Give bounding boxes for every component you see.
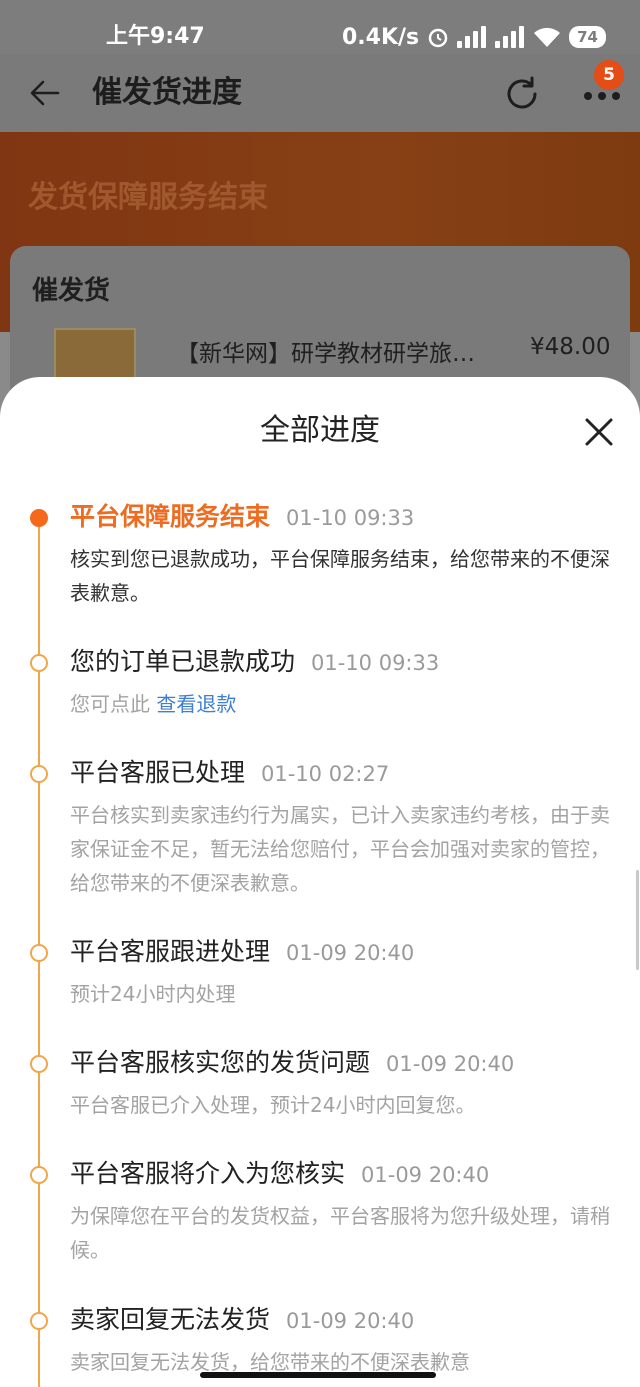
- status-bar: 上午9:47 0.4K/s 74: [0, 0, 640, 54]
- event-title: 您的订单已退款成功: [70, 647, 296, 676]
- event-title: 平台保障服务结束: [70, 502, 271, 531]
- timeline-event: 卖家回复无法发货 01-09 20:40 卖家回复无法发货，给您带来的不便深表歉意: [70, 1302, 610, 1379]
- scrollbar[interactable]: [636, 870, 639, 970]
- timeline-dot: [30, 1312, 48, 1330]
- timeline-event: 平台客服跟进处理 01-09 20:40 预计24小时内处理: [70, 934, 610, 1011]
- event-time: 01-10 09:33: [311, 651, 440, 675]
- home-indicator[interactable]: [200, 1372, 436, 1378]
- event-time: 01-10 02:27: [261, 762, 390, 786]
- event-desc: 核实到您已退款成功，平台保障服务结束，给您带来的不便深表歉意。: [70, 547, 610, 605]
- event-title: 平台客服已处理: [70, 758, 246, 787]
- status-time: 上午9:47: [106, 24, 205, 49]
- view-refund-link[interactable]: 查看退款: [156, 692, 236, 716]
- timeline-dot: [30, 1055, 48, 1073]
- event-time: 01-09 20:40: [286, 941, 415, 965]
- back-arrow-icon[interactable]: [28, 76, 62, 110]
- progress-sheet: 全部进度 平台保障服务结束 01-10 09:33 核实到您已退款成功，平台保障服…: [0, 377, 640, 1387]
- status-right: 0.4K/s 74: [342, 20, 606, 54]
- refresh-icon[interactable]: [502, 74, 542, 114]
- signal-icon: [457, 26, 487, 48]
- battery-level: 74: [569, 26, 606, 48]
- event-desc-text: 您可点此: [70, 692, 157, 716]
- timeline-dot: [30, 1166, 48, 1184]
- event-time: 01-10 09:33: [286, 506, 415, 530]
- event-time: 01-09 20:40: [386, 1052, 515, 1076]
- event-title: 平台客服跟进处理: [70, 937, 271, 966]
- network-speed: 0.4K/s: [341, 24, 420, 50]
- notification-badge: 5: [594, 60, 624, 90]
- timeline-dot: [30, 765, 48, 783]
- progress-timeline: 平台保障服务结束 01-10 09:33 核实到您已退款成功，平台保障服务结束，给…: [0, 377, 640, 1387]
- timeline-event: 您的订单已退款成功 01-10 09:33 您可点此 查看退款: [70, 644, 610, 721]
- event-title: 卖家回复无法发货: [70, 1305, 271, 1334]
- timeline-dot-active: [30, 509, 48, 527]
- card-title: 催发货: [32, 276, 111, 306]
- event-desc: 平台核实到卖家违约行为属实，已计入卖家违约考核，由于卖家保证金不足，暂无法给您赔…: [70, 803, 610, 895]
- event-time: 01-09 20:40: [361, 1163, 490, 1187]
- product-name: 【新华网】研学教材研学旅…: [176, 341, 475, 367]
- event-desc: 您可点此 查看退款: [70, 687, 610, 721]
- timeline-dot: [30, 944, 48, 962]
- event-desc: 为保障您在平台的发货权益，平台客服将为您升级处理，请稍候。: [70, 1204, 610, 1262]
- timeline-event: 平台客服核实您的发货问题 01-09 20:40 平台客服已介入处理，预计24小时…: [70, 1045, 610, 1122]
- event-title: 平台客服将介入为您核实: [70, 1159, 346, 1188]
- timeline-dot: [30, 654, 48, 672]
- hero-title: 发货保障服务结束: [28, 180, 268, 215]
- timeline-event: 平台客服已处理 01-10 02:27 平台核实到卖家违约行为属实，已计入卖家违约…: [70, 755, 610, 900]
- event-desc: 预计24小时内处理: [70, 982, 236, 1006]
- page-title: 催发货进度: [92, 75, 242, 110]
- event-time: 01-09 20:40: [286, 1309, 415, 1333]
- timeline-event: 平台客服将介入为您核实 01-09 20:40 为保障您在平台的发货权益，平台客服…: [70, 1156, 610, 1267]
- event-title: 平台客服核实您的发货问题: [70, 1048, 371, 1077]
- event-desc: 平台客服已介入处理，预计24小时内回复您。: [70, 1093, 476, 1117]
- app-header: 催发货进度 5: [0, 54, 640, 132]
- product-price: ¥48.00: [530, 334, 611, 360]
- timeline-event: 平台保障服务结束 01-10 09:33 核实到您已退款成功，平台保障服务结束，给…: [70, 499, 610, 610]
- signal-icon-2: [495, 26, 525, 48]
- alarm-icon: [428, 28, 448, 48]
- wifi-icon: [534, 27, 561, 47]
